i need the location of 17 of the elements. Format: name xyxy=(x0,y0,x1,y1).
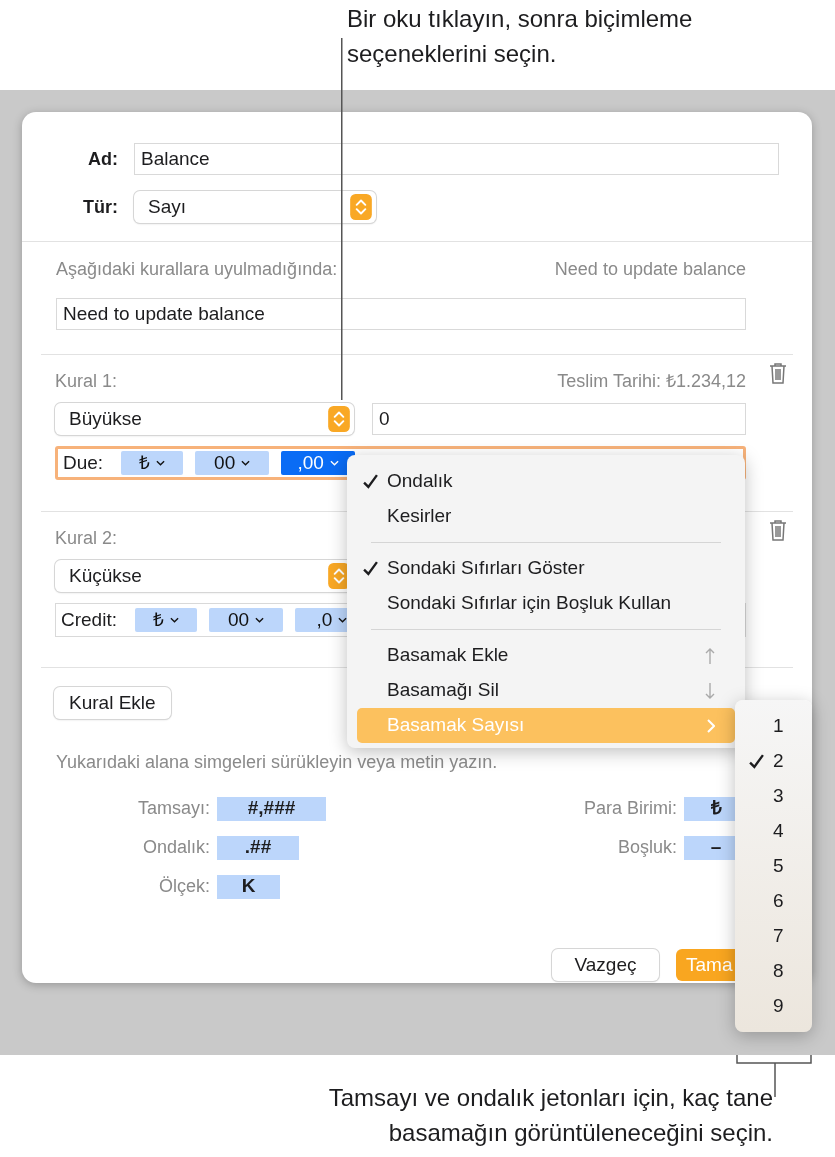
callout-text: Tamsayı ve ondalık jetonları için, kaç tane basamağın görüntüleneceğini seçin. xyxy=(327,1083,773,1148)
field-label: Ad: xyxy=(87,147,118,171)
field-label: Due: xyxy=(63,450,104,475)
symbol-label: Ölçek: xyxy=(158,875,211,898)
preview-text: Teslim Tarihi: ₺1.234,12 xyxy=(557,370,746,390)
field-label: Tür: xyxy=(82,195,118,219)
hint-text: Yukarıdaki alana simgeleri sürükleyin veya metin yazın. xyxy=(56,751,498,774)
symbol-label: Ondalık: xyxy=(141,836,211,859)
symbol-label: Para Birimi: xyxy=(583,797,678,820)
symbol-label: Tamsayı: xyxy=(136,797,211,820)
preview-text: Need to update balance xyxy=(554,258,746,281)
symbol-label: Boşluk: xyxy=(616,836,678,859)
section-label: Aşağıdaki kurallara uyulmadığında: xyxy=(56,258,338,281)
field-label: Credit: xyxy=(61,607,117,632)
callout-text: Bir oku tıklayın, sonra biçimleme seçeneklerini seçin. xyxy=(347,4,694,69)
rule-label: Kural 1: xyxy=(55,370,118,390)
rule-label: Kural 2: xyxy=(55,527,118,547)
